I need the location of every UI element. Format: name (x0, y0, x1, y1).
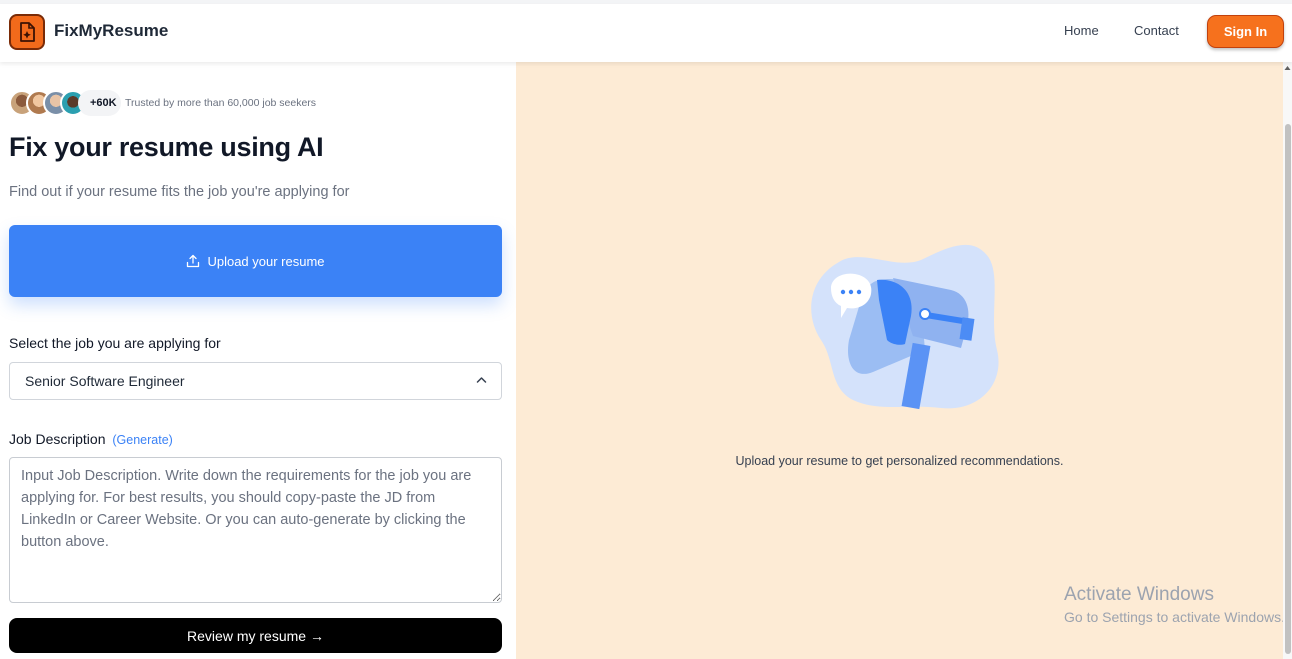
mailbox-illustration-icon (811, 244, 999, 410)
user-count-badge: +60K (78, 90, 121, 116)
page-subtitle: Find out if your resume fits the job you… (9, 184, 350, 200)
upload-icon (187, 254, 200, 268)
brand-name[interactable]: FixMyResume (54, 21, 168, 41)
upload-resume-label: Upload your resume (207, 253, 325, 269)
job-description-title: Job Description (9, 431, 106, 447)
scroll-up-arrow-icon[interactable] (1284, 65, 1291, 71)
job-select[interactable]: Senior Software Engineer (9, 362, 502, 400)
nav-contact-link[interactable]: Contact (1134, 23, 1179, 38)
trusted-text: Trusted by more than 60,000 job seekers (125, 97, 317, 109)
job-description-textarea[interactable] (9, 457, 502, 603)
recommendation-text: Upload your resume to get personalized r… (735, 454, 1064, 468)
upload-resume-button[interactable]: Upload your resume (9, 225, 502, 297)
activate-title: Activate Windows (1064, 584, 1214, 605)
scrollbar-thumb[interactable] (1285, 124, 1291, 654)
sign-in-button[interactable]: Sign In (1207, 15, 1284, 48)
review-resume-button[interactable]: Review my resume → (9, 618, 502, 653)
windows-activation-watermark: Activate Windows Go to Settings to activ… (1064, 584, 1285, 625)
generate-jd-link[interactable]: (Generate) (112, 433, 172, 447)
chevron-up-icon (476, 377, 487, 383)
page-title: Fix your resume using AI (9, 132, 324, 162)
site-header: FixMyResume Home Contact Sign In (0, 4, 1292, 62)
recommendation-message: Upload your resume to get personalized r… (516, 454, 1283, 468)
activate-subtitle: Go to Settings to activate Windows. (1064, 609, 1285, 625)
brand-logo-icon[interactable] (9, 14, 45, 50)
nav-home-link[interactable]: Home (1064, 23, 1099, 38)
resume-form-panel: +60K Trusted by more than 60,000 job see… (0, 62, 516, 659)
recommendations-panel: Upload your resume to get personalized r… (516, 62, 1285, 659)
job-select-label: Select the job you are applying for (9, 335, 221, 351)
page-scrollbar[interactable] (1283, 62, 1292, 659)
job-description-label: Job Description (Generate) (9, 431, 173, 447)
avatar-group (9, 90, 86, 116)
job-select-value: Senior Software Engineer (25, 373, 185, 389)
